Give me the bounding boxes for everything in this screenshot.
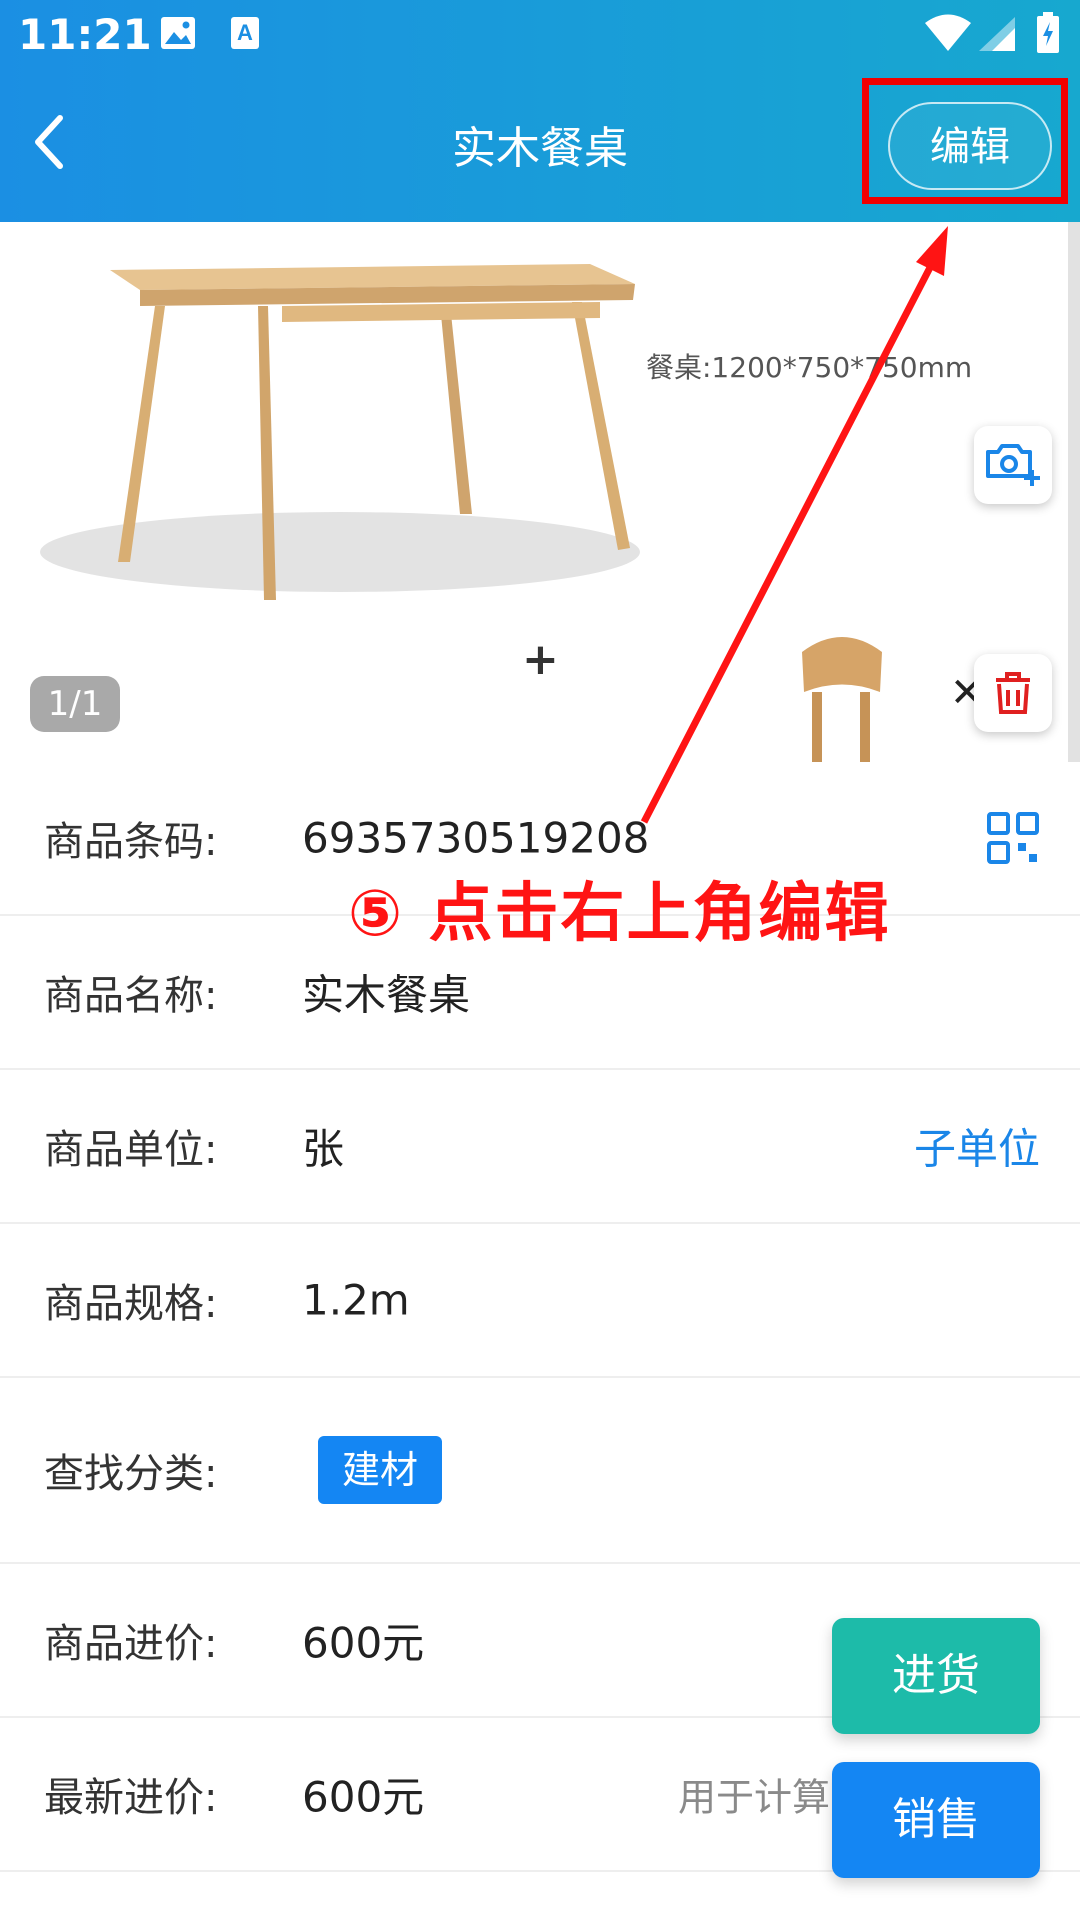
sell-button[interactable]: 销售: [832, 1762, 1040, 1878]
chair-image: [802, 637, 882, 762]
image-page-indicator: 1/1: [30, 676, 120, 732]
name-value: 实木餐桌: [302, 970, 471, 1020]
latest-price-value: 600元: [302, 1772, 425, 1822]
status-time: 11:21: [18, 10, 152, 59]
qr-code-icon[interactable]: [986, 811, 1040, 865]
purchase-price-value: 600元: [302, 1618, 425, 1668]
barcode-label: 商品条码:: [44, 819, 218, 865]
sub-unit-link[interactable]: 子单位: [914, 1116, 1040, 1177]
spec-label: 商品规格:: [44, 1281, 218, 1327]
spec-value: 1.2m: [302, 1275, 410, 1325]
delete-photo-button[interactable]: [974, 654, 1052, 732]
font-notification-icon: A: [230, 16, 260, 54]
category-label: 查找分类:: [44, 1451, 218, 1497]
add-photo-button[interactable]: [974, 426, 1052, 504]
unit-row[interactable]: 商品单位: 张 子单位: [0, 1070, 1080, 1224]
annotation-instruction: ⑤ 点击右上角编辑: [348, 877, 891, 951]
battery-charging-icon: [1036, 12, 1060, 58]
gallery-notification-icon: [160, 16, 196, 54]
latest-price-label: 最新进价:: [44, 1775, 218, 1821]
status-bar: 11:21 A: [0, 0, 1080, 76]
annotation-highlight-box: [862, 78, 1068, 204]
unit-value: 张: [302, 1124, 345, 1174]
category-row[interactable]: 查找分类: 建材: [0, 1378, 1080, 1564]
svg-text:A: A: [237, 20, 253, 45]
gallery-scrollbar: [1068, 222, 1080, 762]
dimension-label: 餐桌:1200*750*750mm: [646, 351, 973, 384]
stock-in-button[interactable]: 进货: [832, 1618, 1040, 1734]
signal-icon: [978, 16, 1016, 56]
add-image-plus[interactable]: +: [522, 634, 559, 685]
barcode-value: 6935730519208: [302, 813, 650, 863]
purchase-price-label: 商品进价:: [44, 1621, 218, 1667]
unit-label: 商品单位:: [44, 1127, 218, 1173]
latest-price-hint: 用于计算: [678, 1775, 831, 1820]
spec-row[interactable]: 商品规格: 1.2m: [0, 1224, 1080, 1378]
wifi-icon: [924, 14, 972, 56]
product-image-gallery[interactable]: 餐桌:1200*750*750mm + ✕ 1/1: [0, 222, 1080, 762]
trash-icon: [996, 672, 1030, 714]
category-tag[interactable]: 建材: [318, 1436, 442, 1504]
name-label: 商品名称:: [44, 973, 218, 1019]
camera-add-icon: [986, 444, 1040, 486]
